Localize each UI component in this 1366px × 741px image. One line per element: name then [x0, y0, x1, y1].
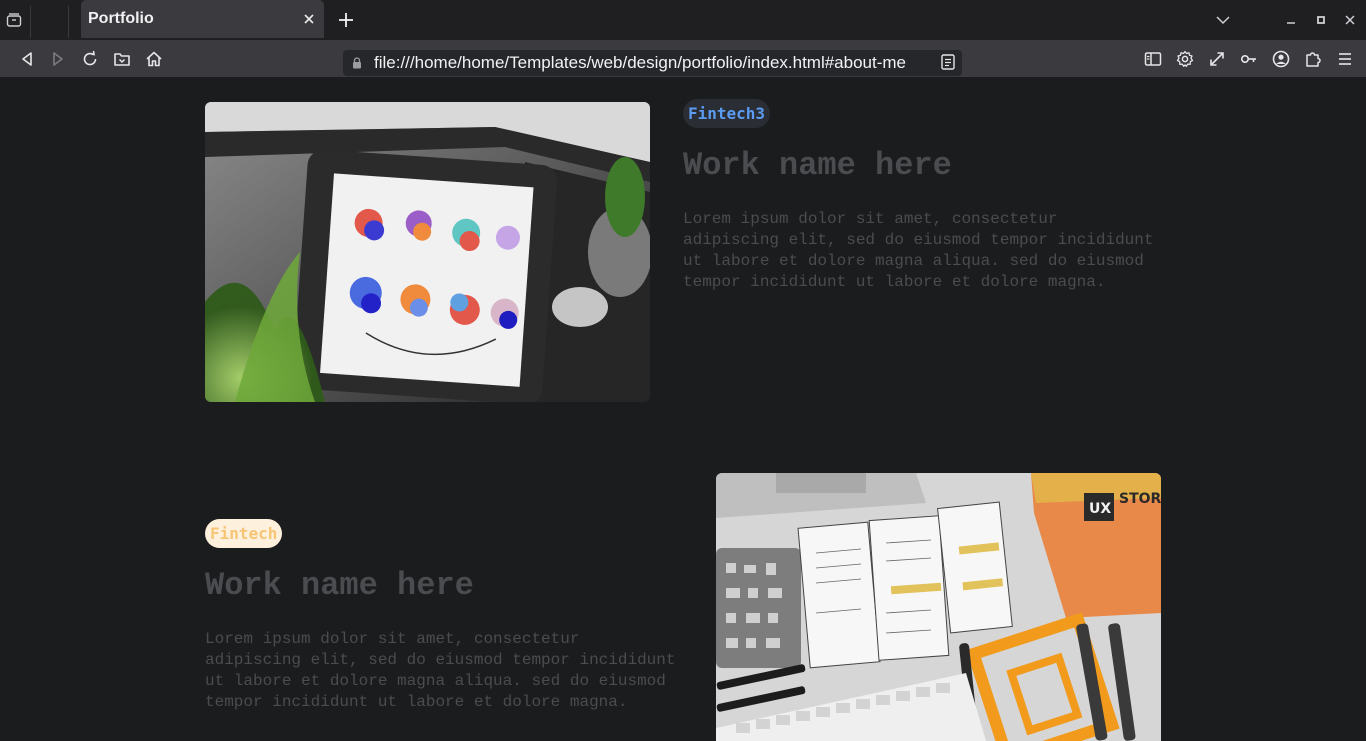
url-text[interactable]: file:///home/home/Templates/web/design/p…	[374, 53, 934, 73]
forward-icon[interactable]	[48, 49, 68, 69]
home-icon[interactable]	[144, 49, 164, 69]
tab-portfolio[interactable]: Portfolio	[81, 0, 324, 38]
ux-store-wireframe-photo: UX STORE	[716, 473, 1161, 741]
work-image-tablet-sketch[interactable]	[205, 102, 650, 402]
minimize-icon[interactable]	[1282, 11, 1300, 29]
reload-icon[interactable]	[80, 49, 100, 69]
work-tag-badge: Fintech	[205, 519, 283, 548]
reader-view-icon[interactable]	[940, 53, 956, 71]
tab-separator	[68, 6, 69, 38]
back-icon[interactable]	[17, 49, 37, 69]
key-icon[interactable]	[1239, 49, 1259, 69]
work-tag-label: Fintech3	[688, 104, 766, 123]
hamburger-menu-icon[interactable]	[1335, 49, 1355, 69]
work-image-ux-store[interactable]: UX STORE	[716, 473, 1161, 741]
tab-separator	[30, 6, 31, 38]
expand-icon[interactable]	[1207, 49, 1227, 69]
work-description: Lorem ipsum dolor sit amet, consectetur …	[683, 210, 1154, 291]
save-to-pocket-icon[interactable]	[112, 49, 132, 69]
svg-text:UX: UX	[1089, 501, 1111, 517]
work-description: Lorem ipsum dolor sit amet, consectetur …	[205, 630, 676, 711]
tab-title: Portfolio	[88, 10, 154, 27]
svg-text:STORE: STORE	[1119, 491, 1161, 507]
gear-icon[interactable]	[1175, 49, 1195, 69]
sidebar-icon[interactable]	[1143, 49, 1163, 69]
work-title: Work name here	[205, 567, 474, 604]
work-title: Work name here	[683, 147, 952, 184]
plus-icon[interactable]	[336, 10, 356, 30]
tablet-sketch-photo	[205, 102, 650, 402]
lock-icon[interactable]	[352, 57, 362, 69]
url-bar[interactable]: file:///home/home/Templates/web/design/p…	[343, 50, 962, 76]
close-window-icon[interactable]	[1341, 11, 1359, 29]
work-tag-label: Fintech	[210, 524, 278, 543]
chevron-down-icon[interactable]	[1214, 11, 1232, 29]
collections-icon[interactable]	[6, 12, 22, 28]
maximize-icon[interactable]	[1312, 11, 1330, 29]
close-icon[interactable]	[300, 10, 318, 28]
work-tag-badge: Fintech3	[683, 99, 771, 128]
account-icon[interactable]	[1271, 49, 1291, 69]
tab-bar: Portfolio	[0, 0, 1366, 40]
puzzle-icon[interactable]	[1303, 49, 1323, 69]
